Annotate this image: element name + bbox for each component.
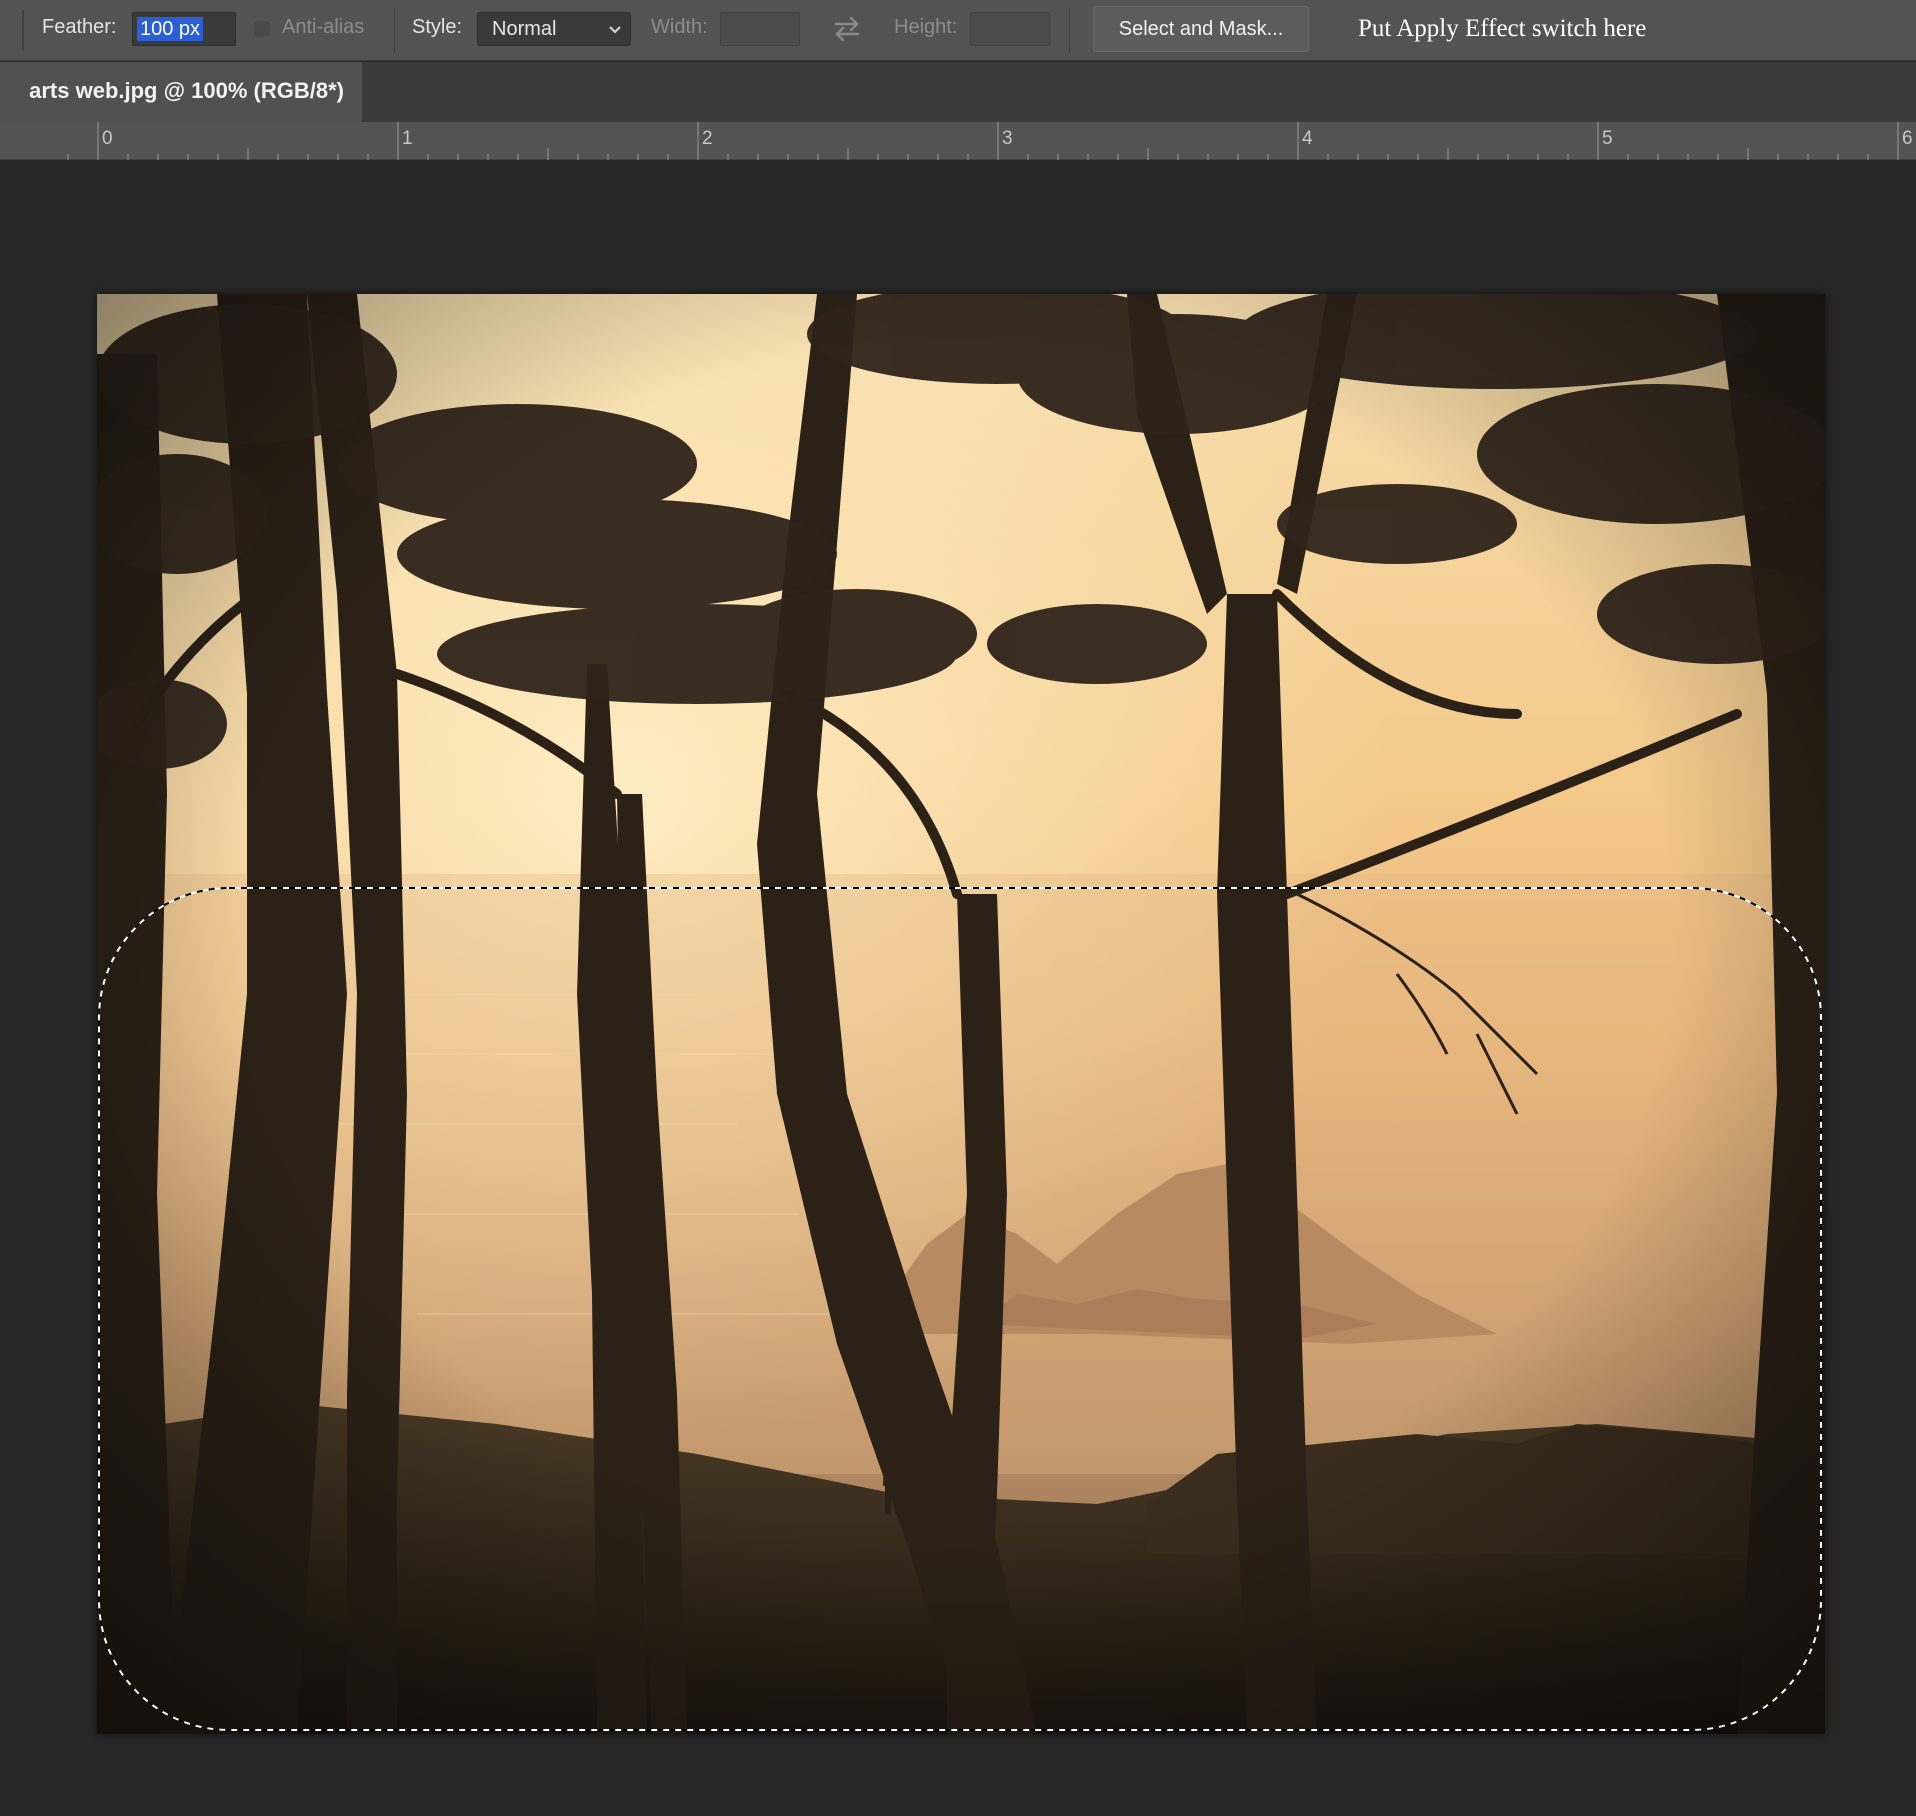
ruler-label-0: 0 bbox=[102, 128, 113, 149]
sunset-photo bbox=[97, 294, 1825, 1734]
anti-alias-checkbox[interactable] bbox=[254, 21, 270, 37]
height-input[interactable] bbox=[970, 12, 1050, 46]
select-and-mask-button[interactable]: Select and Mask... bbox=[1093, 6, 1309, 52]
ruler-label-4: 4 bbox=[1302, 128, 1313, 149]
apply-effect-note: Put Apply Effect switch here bbox=[1358, 15, 1647, 42]
width-label: Width: bbox=[651, 16, 708, 38]
options-bar-grip[interactable] bbox=[22, 10, 24, 51]
width-input[interactable] bbox=[720, 12, 800, 46]
document-tab[interactable]: arts web.jpg @ 100% (RGB/8*) bbox=[0, 62, 362, 122]
divider bbox=[1069, 8, 1070, 53]
ruler-ticks bbox=[67, 122, 1899, 160]
feather-label: Feather: bbox=[42, 16, 117, 38]
document-canvas[interactable] bbox=[0, 161, 1916, 1816]
style-dropdown[interactable]: Normal bbox=[477, 12, 631, 46]
photo-image[interactable] bbox=[97, 294, 1825, 1734]
style-label: Style: bbox=[412, 16, 463, 38]
ruler-label-6: 6 bbox=[1902, 128, 1913, 149]
feather-input[interactable]: 100 px bbox=[132, 12, 236, 46]
swap-arrows-icon[interactable] bbox=[831, 14, 863, 44]
ruler-label-1: 1 bbox=[402, 128, 413, 149]
divider bbox=[394, 8, 395, 53]
options-bar: Feather: 100 px Anti-alias Style: Normal… bbox=[0, 0, 1916, 61]
height-label: Height: bbox=[894, 16, 958, 38]
document-tab-bar: arts web.jpg @ 100% (RGB/8*) bbox=[0, 62, 1916, 122]
ruler-label-3: 3 bbox=[1002, 128, 1013, 149]
document-tab-title: arts web.jpg @ 100% (RGB/8*) bbox=[29, 78, 344, 103]
anti-alias-label: Anti-alias bbox=[282, 16, 365, 38]
horizontal-ruler[interactable]: 0 1 2 3 4 5 6 bbox=[0, 122, 1916, 160]
ruler-label-2: 2 bbox=[702, 128, 713, 149]
feather-value[interactable]: 100 px bbox=[137, 17, 204, 41]
ruler-label-5: 5 bbox=[1602, 128, 1613, 149]
chevron-down-icon bbox=[609, 26, 621, 34]
style-value: Normal bbox=[492, 18, 557, 40]
